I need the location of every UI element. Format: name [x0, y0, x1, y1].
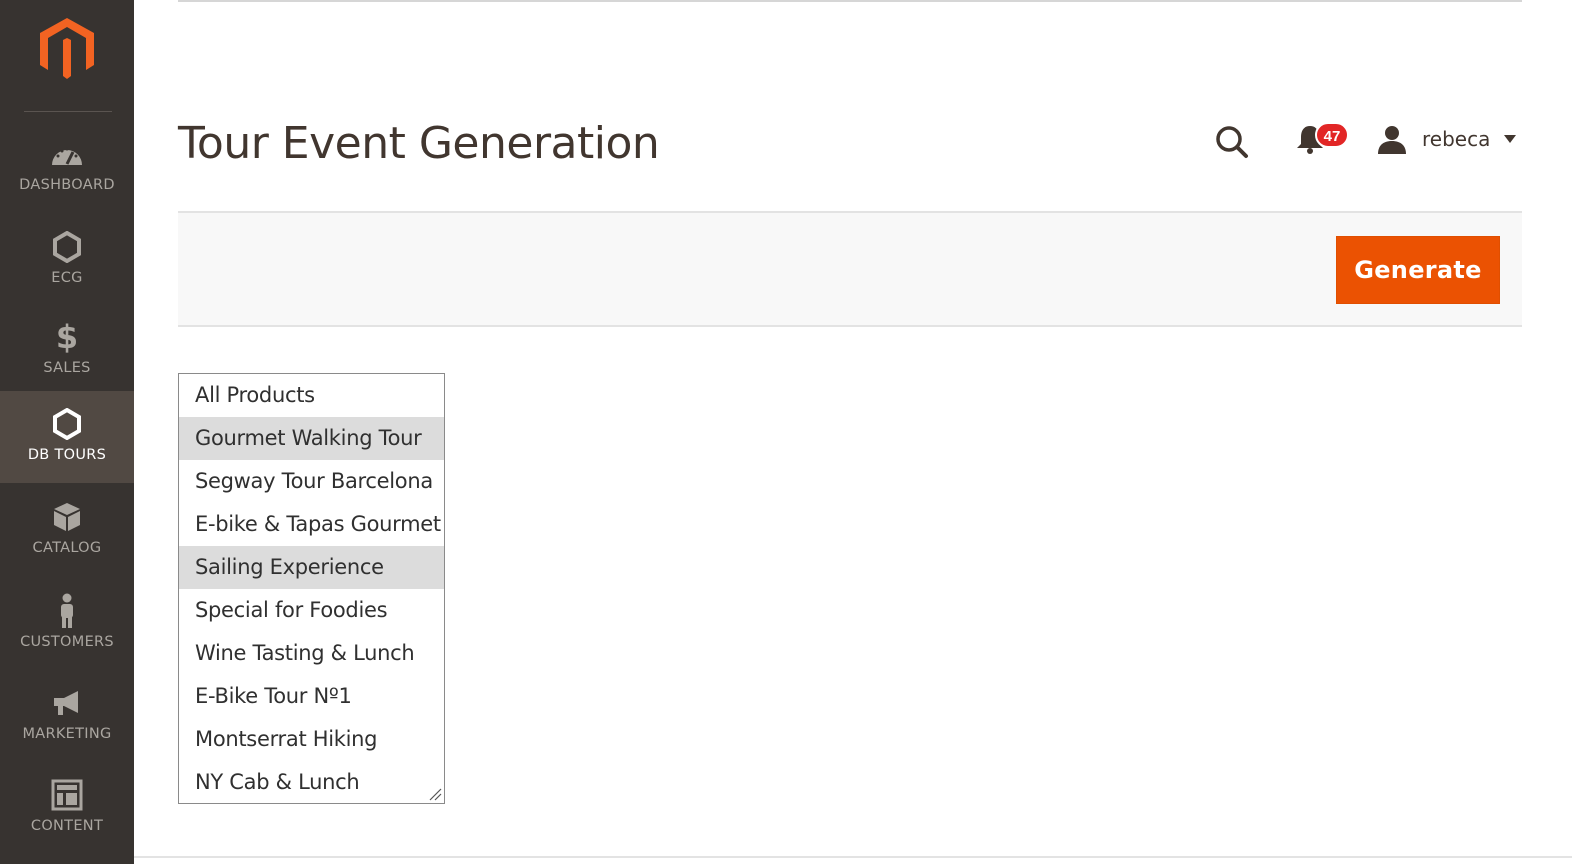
user-account-menu[interactable]: rebeca	[1376, 122, 1517, 156]
nav-label-catalog: CATALOG	[32, 540, 102, 556]
person-icon	[50, 593, 84, 628]
nav-item-db-tours[interactable]: DB TOURS	[0, 391, 134, 483]
top-divider	[178, 0, 1522, 2]
product-option-selected[interactable]: Gourmet Walking Tour	[179, 417, 444, 460]
hexagon-icon	[50, 407, 84, 441]
page-title: Tour Event Generation	[178, 118, 660, 169]
dollar-icon: $	[55, 318, 79, 356]
nav-item-content[interactable]: CONTENT	[0, 766, 134, 858]
search-icon	[1216, 126, 1248, 158]
product-option[interactable]: Special for Foodies	[179, 589, 444, 632]
nav-item-sales[interactable]: $ SALES	[0, 308, 134, 400]
logo-divider	[24, 111, 112, 112]
footer-divider	[134, 856, 1572, 858]
product-option[interactable]: Wine Tasting & Lunch	[179, 632, 444, 675]
nav-label-content: CONTENT	[30, 818, 104, 834]
nav-label-sales: SALES	[43, 360, 91, 376]
user-name: rebeca	[1422, 127, 1491, 151]
nav-label-marketing: MARKETING	[22, 726, 112, 742]
nav-item-customers[interactable]: CUSTOMERS	[0, 582, 134, 674]
nav-label-customers: CUSTOMERS	[20, 634, 114, 650]
notification-count-badge[interactable]: 47	[1315, 122, 1349, 148]
product-option[interactable]: E-Bike Tour Nº1	[179, 675, 444, 718]
nav-item-catalog[interactable]: CATALOG	[0, 488, 134, 580]
layout-icon	[50, 778, 84, 812]
nav-item-marketing[interactable]: MARKETING	[0, 674, 134, 766]
megaphone-icon	[50, 686, 84, 720]
dashboard-icon	[50, 137, 84, 171]
chevron-down-icon	[1504, 135, 1517, 143]
product-option[interactable]: NY Cab & Lunch	[179, 761, 444, 803]
nav-label-ecg: ECG	[51, 270, 83, 286]
resize-handle-icon[interactable]	[428, 787, 442, 801]
product-option[interactable]: E-bike & Tapas Gourmet	[179, 503, 444, 546]
page-actions-bar: Generate	[178, 211, 1522, 327]
product-option[interactable]: All Products	[179, 374, 444, 417]
product-option[interactable]: Segway Tour Barcelona	[179, 460, 444, 503]
nav-label-dashboard: DASHBOARD	[19, 177, 115, 193]
box-icon	[50, 500, 84, 534]
nav-label-db-tours: DB TOURS	[27, 447, 107, 463]
product-option[interactable]: Montserrat Hiking	[179, 718, 444, 761]
global-search-button[interactable]	[1212, 122, 1252, 162]
product-option-selected[interactable]: Sailing Experience	[179, 546, 444, 589]
admin-sidebar: DASHBOARD ECG $ SALES DB TOURS CATALOG C…	[0, 0, 134, 864]
user-icon	[1378, 126, 1406, 154]
nav-item-ecg[interactable]: ECG	[0, 218, 134, 310]
product-multiselect[interactable]: All Products Gourmet Walking Tour Segway…	[178, 373, 445, 804]
hexagon-icon	[50, 230, 84, 264]
generate-button[interactable]: Generate	[1336, 236, 1500, 304]
magento-logo[interactable]	[38, 16, 96, 82]
nav-item-dashboard[interactable]: DASHBOARD	[0, 125, 134, 217]
